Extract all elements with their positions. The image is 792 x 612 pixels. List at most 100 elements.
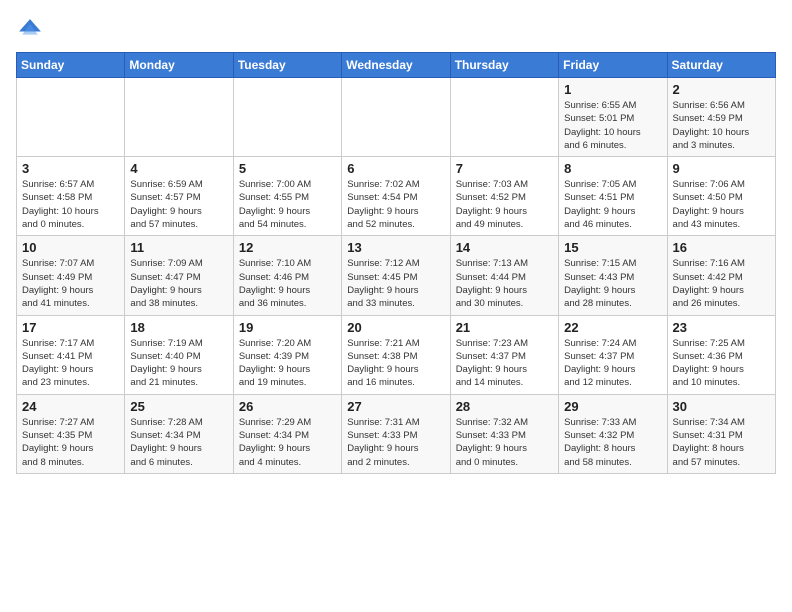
day-number: 26: [239, 399, 336, 414]
day-info: Sunrise: 7:24 AM Sunset: 4:37 PM Dayligh…: [564, 337, 661, 390]
calendar-cell: 25Sunrise: 7:28 AM Sunset: 4:34 PM Dayli…: [125, 394, 233, 473]
calendar-cell: [342, 78, 450, 157]
calendar-cell: 18Sunrise: 7:19 AM Sunset: 4:40 PM Dayli…: [125, 315, 233, 394]
day-number: 19: [239, 320, 336, 335]
weekday-header: Thursday: [450, 53, 558, 78]
calendar-cell: [125, 78, 233, 157]
day-number: 8: [564, 161, 661, 176]
calendar-cell: 4 Sunrise: 6:59 AM Sunset: 4:57 PM Daylig…: [125, 157, 233, 236]
calendar-cell: 11 Sunrise: 7:09 AM Sunset: 4:47 PM Dayli…: [125, 236, 233, 315]
calendar-cell: 19Sunrise: 7:20 AM Sunset: 4:39 PM Dayli…: [233, 315, 341, 394]
calendar-cell: 10 Sunrise: 7:07 AM Sunset: 4:49 PM Dayli…: [17, 236, 125, 315]
day-number: 12: [239, 240, 336, 255]
day-info: Sunrise: 7:03 AM Sunset: 4:52 PM Dayligh…: [456, 178, 553, 231]
calendar-cell: 7 Sunrise: 7:03 AM Sunset: 4:52 PM Daylig…: [450, 157, 558, 236]
day-number: 29: [564, 399, 661, 414]
day-number: 30: [673, 399, 770, 414]
day-number: 27: [347, 399, 444, 414]
day-info: Sunrise: 7:17 AM Sunset: 4:41 PM Dayligh…: [22, 337, 119, 390]
weekday-header: Monday: [125, 53, 233, 78]
day-number: 7: [456, 161, 553, 176]
day-number: 22: [564, 320, 661, 335]
calendar-cell: 6Sunrise: 7:02 AM Sunset: 4:54 PM Daylig…: [342, 157, 450, 236]
calendar-week-row: 1Sunrise: 6:55 AM Sunset: 5:01 PM Daylig…: [17, 78, 776, 157]
calendar-cell: 22 Sunrise: 7:24 AM Sunset: 4:37 PM Dayli…: [559, 315, 667, 394]
logo: [16, 16, 48, 44]
weekday-header: Saturday: [667, 53, 775, 78]
day-info: Sunrise: 6:56 AM Sunset: 4:59 PM Dayligh…: [673, 99, 770, 152]
day-info: Sunrise: 7:13 AM Sunset: 4:44 PM Dayligh…: [456, 257, 553, 310]
day-info: Sunrise: 6:57 AM Sunset: 4:58 PM Dayligh…: [22, 178, 119, 231]
weekday-header-row: SundayMondayTuesdayWednesdayThursdayFrid…: [17, 53, 776, 78]
day-info: Sunrise: 7:21 AM Sunset: 4:38 PM Dayligh…: [347, 337, 444, 390]
day-info: Sunrise: 7:31 AM Sunset: 4:33 PM Dayligh…: [347, 416, 444, 469]
day-info: Sunrise: 7:25 AM Sunset: 4:36 PM Dayligh…: [673, 337, 770, 390]
calendar-week-row: 3 Sunrise: 6:57 AM Sunset: 4:58 PM Daylig…: [17, 157, 776, 236]
weekday-header: Sunday: [17, 53, 125, 78]
calendar-cell: 27 Sunrise: 7:31 AM Sunset: 4:33 PM Dayli…: [342, 394, 450, 473]
day-info: Sunrise: 7:12 AM Sunset: 4:45 PM Dayligh…: [347, 257, 444, 310]
calendar-cell: 3 Sunrise: 6:57 AM Sunset: 4:58 PM Daylig…: [17, 157, 125, 236]
day-info: Sunrise: 7:19 AM Sunset: 4:40 PM Dayligh…: [130, 337, 227, 390]
day-info: Sunrise: 7:07 AM Sunset: 4:49 PM Dayligh…: [22, 257, 119, 310]
calendar-cell: 29 Sunrise: 7:33 AM Sunset: 4:32 PM Dayli…: [559, 394, 667, 473]
calendar-cell: 13 Sunrise: 7:12 AM Sunset: 4:45 PM Dayli…: [342, 236, 450, 315]
calendar-cell: 12 Sunrise: 7:10 AM Sunset: 4:46 PM Dayli…: [233, 236, 341, 315]
calendar-week-row: 24 Sunrise: 7:27 AM Sunset: 4:35 PM Dayli…: [17, 394, 776, 473]
calendar-cell: 14 Sunrise: 7:13 AM Sunset: 4:44 PM Dayli…: [450, 236, 558, 315]
calendar-week-row: 10 Sunrise: 7:07 AM Sunset: 4:49 PM Dayli…: [17, 236, 776, 315]
day-number: 2: [673, 82, 770, 97]
calendar-cell: 23 Sunrise: 7:25 AM Sunset: 4:36 PM Dayli…: [667, 315, 775, 394]
day-info: Sunrise: 7:34 AM Sunset: 4:31 PM Dayligh…: [673, 416, 770, 469]
day-info: Sunrise: 7:00 AM Sunset: 4:55 PM Dayligh…: [239, 178, 336, 231]
calendar-table: SundayMondayTuesdayWednesdayThursdayFrid…: [16, 52, 776, 474]
calendar-cell: 5 Sunrise: 7:00 AM Sunset: 4:55 PM Daylig…: [233, 157, 341, 236]
calendar-cell: [17, 78, 125, 157]
day-number: 5: [239, 161, 336, 176]
day-info: Sunrise: 7:02 AM Sunset: 4:54 PM Dayligh…: [347, 178, 444, 231]
day-number: 10: [22, 240, 119, 255]
calendar-cell: 16Sunrise: 7:16 AM Sunset: 4:42 PM Dayli…: [667, 236, 775, 315]
weekday-header: Friday: [559, 53, 667, 78]
calendar-cell: 26 Sunrise: 7:29 AM Sunset: 4:34 PM Dayli…: [233, 394, 341, 473]
day-number: 1: [564, 82, 661, 97]
day-number: 11: [130, 240, 227, 255]
day-number: 28: [456, 399, 553, 414]
weekday-header: Tuesday: [233, 53, 341, 78]
day-number: 13: [347, 240, 444, 255]
calendar-cell: 17 Sunrise: 7:17 AM Sunset: 4:41 PM Dayli…: [17, 315, 125, 394]
day-number: 14: [456, 240, 553, 255]
day-number: 24: [22, 399, 119, 414]
day-info: Sunrise: 7:10 AM Sunset: 4:46 PM Dayligh…: [239, 257, 336, 310]
day-info: Sunrise: 7:32 AM Sunset: 4:33 PM Dayligh…: [456, 416, 553, 469]
day-number: 4: [130, 161, 227, 176]
day-number: 21: [456, 320, 553, 335]
day-info: Sunrise: 7:23 AM Sunset: 4:37 PM Dayligh…: [456, 337, 553, 390]
calendar-cell: 28 Sunrise: 7:32 AM Sunset: 4:33 PM Dayli…: [450, 394, 558, 473]
day-info: Sunrise: 7:09 AM Sunset: 4:47 PM Dayligh…: [130, 257, 227, 310]
calendar-cell: 15Sunrise: 7:15 AM Sunset: 4:43 PM Dayli…: [559, 236, 667, 315]
day-number: 23: [673, 320, 770, 335]
calendar-cell: 2 Sunrise: 6:56 AM Sunset: 4:59 PM Daylig…: [667, 78, 775, 157]
day-number: 25: [130, 399, 227, 414]
calendar-cell: 24 Sunrise: 7:27 AM Sunset: 4:35 PM Dayli…: [17, 394, 125, 473]
day-info: Sunrise: 7:05 AM Sunset: 4:51 PM Dayligh…: [564, 178, 661, 231]
logo-icon: [16, 16, 44, 44]
day-info: Sunrise: 7:27 AM Sunset: 4:35 PM Dayligh…: [22, 416, 119, 469]
day-number: 15: [564, 240, 661, 255]
day-info: Sunrise: 7:06 AM Sunset: 4:50 PM Dayligh…: [673, 178, 770, 231]
day-info: Sunrise: 7:33 AM Sunset: 4:32 PM Dayligh…: [564, 416, 661, 469]
page-header: [16, 16, 776, 44]
calendar-cell: 20 Sunrise: 7:21 AM Sunset: 4:38 PM Dayli…: [342, 315, 450, 394]
day-number: 16: [673, 240, 770, 255]
day-number: 20: [347, 320, 444, 335]
day-info: Sunrise: 6:59 AM Sunset: 4:57 PM Dayligh…: [130, 178, 227, 231]
day-info: Sunrise: 7:29 AM Sunset: 4:34 PM Dayligh…: [239, 416, 336, 469]
calendar-cell: 30 Sunrise: 7:34 AM Sunset: 4:31 PM Dayli…: [667, 394, 775, 473]
day-number: 9: [673, 161, 770, 176]
day-number: 3: [22, 161, 119, 176]
day-number: 17: [22, 320, 119, 335]
calendar-cell: 9 Sunrise: 7:06 AM Sunset: 4:50 PM Daylig…: [667, 157, 775, 236]
calendar-week-row: 17 Sunrise: 7:17 AM Sunset: 4:41 PM Dayli…: [17, 315, 776, 394]
weekday-header: Wednesday: [342, 53, 450, 78]
